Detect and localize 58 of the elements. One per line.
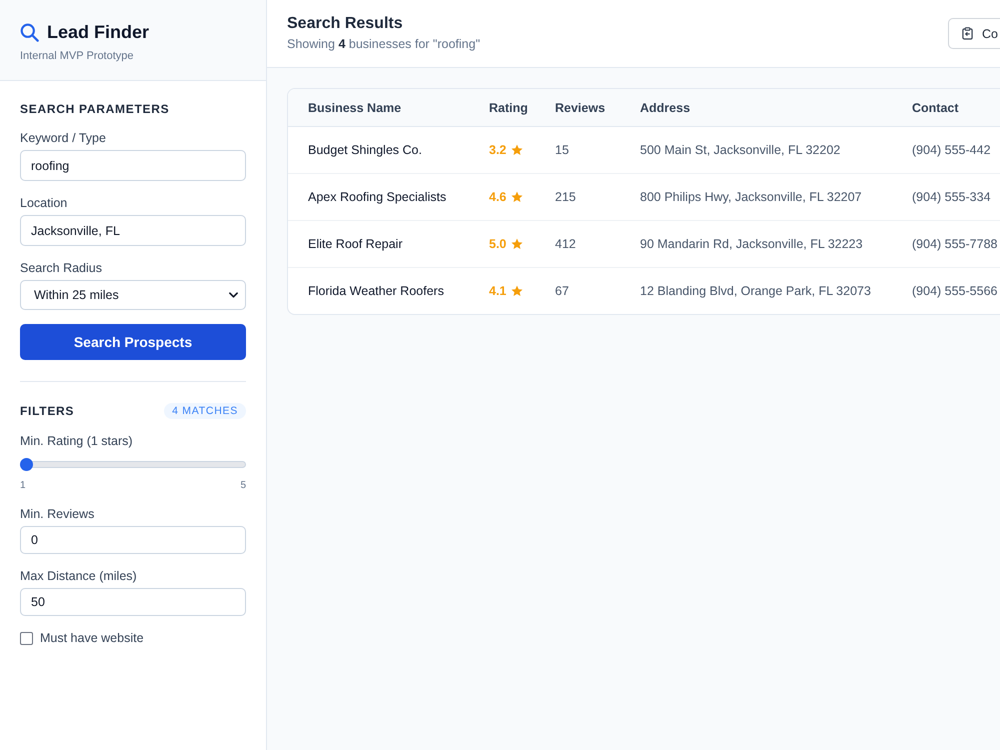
star-icon: [511, 191, 524, 203]
table-cell: (904) 555-334: [912, 190, 991, 204]
slider-label: Min. Rating (1 stars): [20, 433, 134, 449]
table-cell: 67: [555, 284, 569, 298]
clipboard-icon: [962, 27, 974, 40]
results-title: Search Results: [287, 14, 404, 34]
business-name-cell: Elite Roof Repair: [308, 237, 402, 251]
match-count-badge: 4 MATCHES: [164, 403, 246, 419]
chevron-down-icon: [229, 292, 238, 298]
rating-slider[interactable]: [20, 457, 246, 471]
rating-cell: 5.0: [489, 237, 524, 251]
table-cell: 15: [555, 143, 569, 157]
field-label: Keyword / Type: [20, 130, 107, 146]
business-name-cell: Florida Weather Roofers: [308, 284, 444, 298]
slider-thumb[interactable]: [20, 458, 33, 470]
rating-cell: 3.2: [489, 143, 524, 157]
business-name-cell: Budget Shingles Co.: [308, 143, 422, 157]
column-header: Reviews: [555, 100, 606, 114]
rating-cell: 4.6: [489, 190, 524, 204]
column-header: Business Name: [308, 100, 402, 114]
section-heading: FILTERS: [20, 404, 74, 418]
table-cell: 500 Main St, Jacksonville, FL 32202: [640, 143, 840, 157]
column-header: Contact: [912, 100, 960, 114]
table-cell: (904) 555-7788: [912, 237, 998, 251]
column-header: Address: [640, 100, 692, 114]
search-button[interactable]: Search Prospects: [20, 324, 246, 360]
section-heading: SEARCH PARAMETERS: [20, 102, 170, 116]
table-cell: 12 Blanding Blvd, Orange Park, FL 32073: [640, 284, 871, 298]
checkbox-label: Must have website: [40, 631, 144, 645]
app-title: Lead Finder: [47, 21, 150, 43]
field-label: Min. Reviews: [20, 506, 96, 522]
star-icon: [511, 144, 524, 156]
field-label: Search Radius: [20, 260, 103, 276]
select-field[interactable]: Within 25 miles: [20, 280, 246, 310]
input-field[interactable]: Jacksonville, FL: [20, 215, 246, 246]
table-cell: (904) 555-442: [912, 143, 991, 157]
column-header: Rating: [489, 100, 529, 114]
field-label: Max Distance (miles): [20, 568, 138, 584]
table-cell: 215: [555, 190, 576, 204]
star-icon: [511, 285, 524, 297]
field-label: Location: [20, 195, 68, 211]
input-field[interactable]: 50: [20, 588, 246, 616]
star-icon: [511, 238, 524, 250]
results-summary: Showing 4 businesses for "roofing": [287, 37, 480, 51]
checkbox[interactable]: [20, 632, 33, 644]
search-icon: [20, 22, 39, 42]
table-cell: 90 Mandarin Rd, Jacksonville, FL 32223: [640, 237, 863, 251]
slider-max-label: 5: [240, 480, 246, 492]
slider-min-label: 1: [20, 480, 26, 492]
input-field[interactable]: roofing: [20, 150, 246, 181]
copy-button[interactable]: Co: [948, 18, 1000, 49]
table-cell: 800 Philips Hwy, Jacksonville, FL 32207: [640, 190, 862, 204]
table-cell: (904) 555-5566: [912, 284, 998, 298]
rating-cell: 4.1: [489, 284, 524, 298]
business-name-cell: Apex Roofing Specialists: [308, 190, 446, 204]
app-subtitle: Internal MVP Prototype: [20, 50, 135, 63]
table-cell: 412: [555, 237, 576, 251]
input-field[interactable]: 0: [20, 526, 246, 554]
